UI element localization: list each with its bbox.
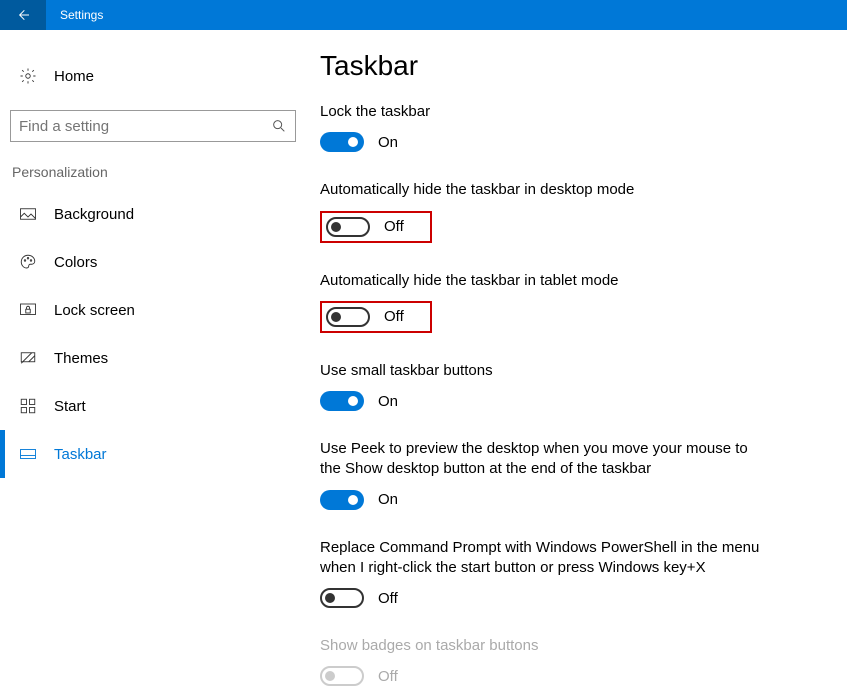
sidebar: Home Personalization Background Colors L… <box>0 30 320 696</box>
sidebar-item-lockscreen[interactable]: Lock screen <box>10 286 320 334</box>
main-panel: Taskbar Lock the taskbar On Automaticall… <box>320 30 847 696</box>
lockscreen-icon <box>18 301 38 319</box>
highlight-box: Off <box>320 301 432 333</box>
toggle-state: Off <box>378 590 398 607</box>
back-button[interactable] <box>0 0 46 30</box>
toggle-small-buttons[interactable] <box>320 391 364 411</box>
search-input[interactable] <box>19 118 259 135</box>
setting-label: Automatically hide the taskbar in deskto… <box>320 180 770 200</box>
sidebar-item-background[interactable]: Background <box>10 190 320 238</box>
themes-icon <box>18 349 38 367</box>
toggle-lock-taskbar[interactable] <box>320 132 364 152</box>
setting-peek: Use Peek to preview the desktop when you… <box>320 439 807 510</box>
setting-label: Lock the taskbar <box>320 102 770 122</box>
home-label: Home <box>54 68 94 85</box>
sidebar-item-label: Start <box>54 398 86 415</box>
sidebar-item-taskbar[interactable]: Taskbar <box>10 430 320 478</box>
sidebar-item-label: Colors <box>54 254 97 271</box>
setting-lock-taskbar: Lock the taskbar On <box>320 102 807 152</box>
toggle-badges <box>320 666 364 686</box>
page-title: Taskbar <box>320 50 807 82</box>
sidebar-item-colors[interactable]: Colors <box>10 238 320 286</box>
setting-label: Show badges on taskbar buttons <box>320 636 770 656</box>
taskbar-icon <box>18 445 38 463</box>
setting-label: Replace Command Prompt with Windows Powe… <box>320 538 770 579</box>
setting-label: Use Peek to preview the desktop when you… <box>320 439 770 480</box>
setting-label: Automatically hide the taskbar in tablet… <box>320 271 770 291</box>
toggle-state: On <box>378 134 398 151</box>
toggle-state: On <box>378 491 398 508</box>
highlight-box: Off <box>320 211 432 243</box>
setting-badges: Show badges on taskbar buttons Off <box>320 636 807 686</box>
toggle-autohide-tablet[interactable] <box>326 307 370 327</box>
toggle-state: Off <box>384 218 404 235</box>
setting-small-buttons: Use small taskbar buttons On <box>320 361 807 411</box>
gear-icon <box>18 67 38 85</box>
toggle-state: Off <box>384 308 404 325</box>
sidebar-item-label: Lock screen <box>54 302 135 319</box>
sidebar-item-label: Themes <box>54 350 108 367</box>
sidebar-item-start[interactable]: Start <box>10 382 320 430</box>
toggle-autohide-desktop[interactable] <box>326 217 370 237</box>
search-icon <box>271 118 287 134</box>
setting-autohide-desktop: Automatically hide the taskbar in deskto… <box>320 180 807 242</box>
titlebar: Settings <box>0 0 847 30</box>
palette-icon <box>18 253 38 271</box>
toggle-state: On <box>378 393 398 410</box>
sidebar-item-label: Taskbar <box>54 446 107 463</box>
app-title: Settings <box>46 8 103 22</box>
search-box[interactable] <box>10 110 296 142</box>
toggle-powershell[interactable] <box>320 588 364 608</box>
setting-label: Use small taskbar buttons <box>320 361 770 381</box>
picture-icon <box>18 205 38 223</box>
sidebar-home[interactable]: Home <box>10 56 320 96</box>
toggle-state: Off <box>378 668 398 685</box>
setting-autohide-tablet: Automatically hide the taskbar in tablet… <box>320 271 807 333</box>
sidebar-section-header: Personalization <box>10 164 320 190</box>
back-arrow-icon <box>15 7 31 23</box>
setting-powershell: Replace Command Prompt with Windows Powe… <box>320 538 807 609</box>
sidebar-item-label: Background <box>54 206 134 223</box>
sidebar-item-themes[interactable]: Themes <box>10 334 320 382</box>
start-icon <box>18 397 38 415</box>
toggle-peek[interactable] <box>320 490 364 510</box>
